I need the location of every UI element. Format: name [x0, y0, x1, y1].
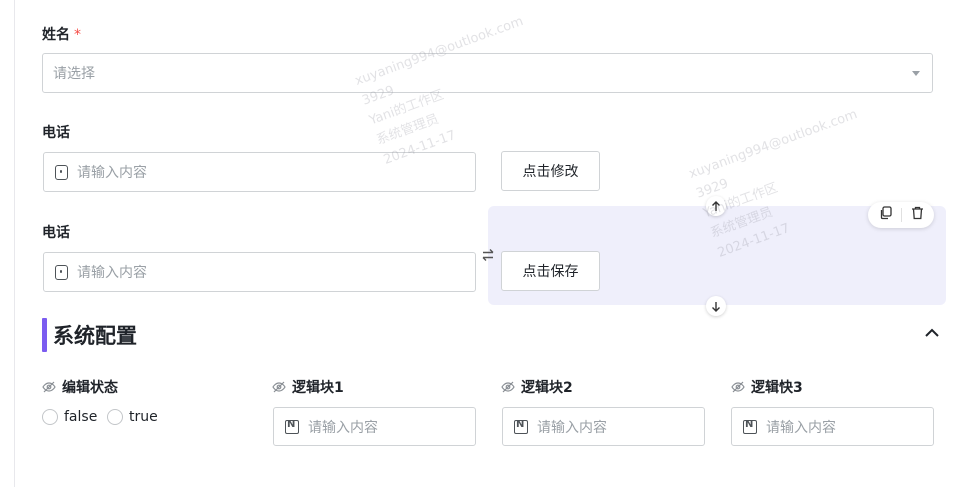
swap-icon[interactable]: [480, 248, 496, 264]
logic-block-3-label-text: 逻辑快3: [751, 380, 803, 396]
left-divider: [14, 0, 15, 487]
radio-false-circle[interactable]: [42, 409, 58, 425]
edit-button[interactable]: 点击修改: [501, 151, 600, 191]
arrow-up-icon: [712, 200, 720, 211]
eye-off-icon: [42, 381, 56, 393]
phone2-label: 电话: [42, 225, 70, 241]
logic-block-2-placeholder: 请输入内容: [537, 419, 607, 436]
phone2-placeholder: 请输入内容: [77, 265, 147, 281]
required-mark: *: [74, 27, 81, 43]
eye-off-icon: [501, 381, 515, 393]
trash-icon: [911, 206, 923, 220]
n-icon: [743, 419, 757, 434]
block-actions: [868, 202, 934, 228]
edit-state-label: 编辑状态: [42, 377, 118, 397]
name-label-text: 姓名: [42, 27, 70, 43]
phone1-input[interactable]: 请输入内容: [43, 152, 476, 192]
phone1-label: 电话: [42, 125, 70, 141]
phone1-placeholder: 请输入内容: [77, 165, 147, 181]
copy-button[interactable]: [879, 206, 892, 224]
watermark-email: xuyaning994@outlook.com: [687, 106, 860, 182]
section-title: 系统配置: [53, 324, 137, 348]
section-accent-bar: [42, 318, 47, 352]
phone-icon: [55, 264, 68, 280]
logic-block-2-label: 逻辑块2: [501, 377, 573, 397]
logic-block-3-input[interactable]: 请输入内容: [731, 407, 934, 446]
move-up-button[interactable]: [706, 196, 726, 216]
edit-state-label-text: 编辑状态: [62, 380, 118, 396]
eye-off-icon: [731, 381, 745, 393]
arrow-down-icon: [712, 301, 720, 312]
logic-block-1-label: 逻辑块1: [272, 377, 344, 397]
logic-block-2-label-text: 逻辑块2: [521, 380, 573, 396]
logic-block-1-input[interactable]: 请输入内容: [273, 407, 476, 446]
logic-block-3-label: 逻辑快3: [731, 377, 803, 397]
n-icon: [514, 419, 528, 434]
logic-block-1-label-text: 逻辑块1: [292, 380, 344, 396]
actions-separator: [900, 208, 902, 222]
logic-block-1-placeholder: 请输入内容: [308, 419, 378, 436]
phone-icon: [55, 164, 68, 180]
logic-block-2-input[interactable]: 请输入内容: [502, 407, 705, 446]
radio-false[interactable]: false: [42, 409, 97, 425]
name-select-placeholder: 请选择: [53, 66, 95, 82]
save-button[interactable]: 点击保存: [501, 251, 600, 291]
phone2-input[interactable]: 请输入内容: [43, 252, 476, 292]
delete-button[interactable]: [911, 206, 924, 224]
radio-true-circle[interactable]: [107, 409, 123, 425]
chevron-up-icon[interactable]: [924, 325, 940, 341]
logic-block-3-placeholder: 请输入内容: [766, 419, 836, 436]
name-select[interactable]: 请选择: [42, 53, 933, 93]
n-icon: [285, 419, 299, 434]
eye-off-icon: [272, 381, 286, 393]
name-label: 姓名 *: [42, 24, 81, 44]
copy-icon: [880, 206, 892, 220]
radio-true[interactable]: true: [107, 409, 158, 425]
caret-down-icon: [912, 71, 920, 76]
watermark-role: 系统管理员: [374, 111, 441, 149]
watermark-workspace: Yani的工作区: [367, 87, 446, 129]
radio-true-label: true: [129, 409, 158, 425]
move-down-button[interactable]: [706, 296, 726, 316]
radio-false-label: false: [64, 409, 98, 425]
